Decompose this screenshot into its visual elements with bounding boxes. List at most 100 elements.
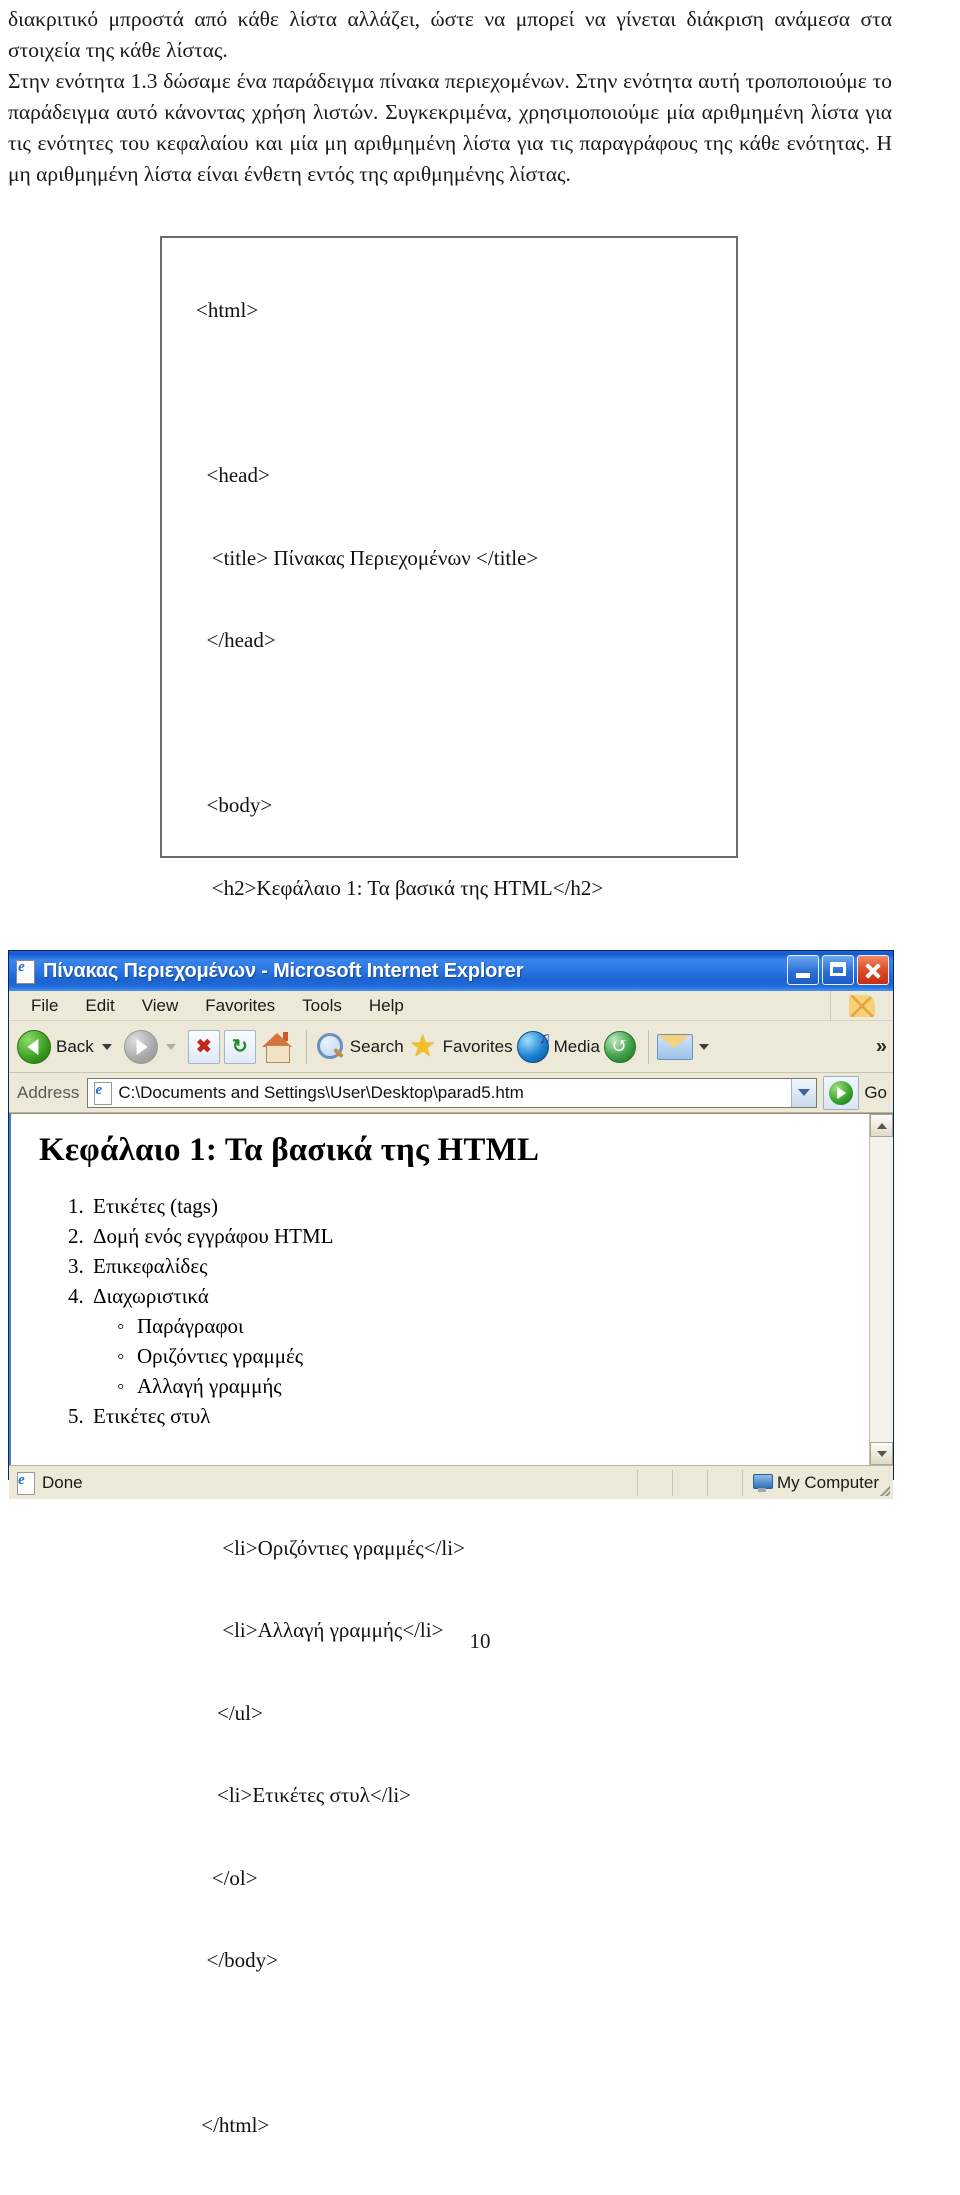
status-panes: My Computer (636, 1466, 893, 1499)
go-arrow-icon (829, 1080, 854, 1105)
list-item: Διαχωριστικά (89, 1281, 893, 1311)
status-text: Done (42, 1472, 83, 1492)
browser-viewport: Κεφάλαιο 1: Τα βασικά της HTML Ετικέτες … (9, 1113, 893, 1465)
star-icon: ★ (409, 1029, 437, 1063)
ie-document-icon: e (14, 959, 36, 984)
rendered-unordered-list: Παράγραφοι Οριζόντιες γραμμές Αλλαγή γρα… (89, 1311, 893, 1401)
code-line: <h2>Κεφάλαιο 1: Τα βασικά της HTML</h2> (196, 875, 604, 900)
search-icon (315, 1032, 345, 1062)
status-pane (706, 1469, 742, 1496)
window-titlebar: e Πίνακας Περιεχομένων - Microsoft Inter… (9, 951, 893, 991)
rendered-ordered-list: Ετικέτες (tags) Δομή ενός εγγράφου HTML … (11, 1191, 893, 1431)
code-line: <html> (196, 298, 259, 322)
document-prose: διακριτικό μπροστά από κάθε λίστα αλλάζε… (8, 4, 892, 190)
address-page-icon: e (92, 1081, 113, 1105)
mail-dropdown-caret-icon[interactable] (698, 1043, 709, 1050)
status-pane (636, 1469, 672, 1496)
internet-explorer-window: e Πίνακας Περιεχομένων - Microsoft Inter… (8, 950, 894, 1499)
paragraph-1: διακριτικό μπροστά από κάθε λίστα αλλάζε… (8, 7, 892, 62)
status-bar: e Done My Computer (9, 1465, 893, 1499)
history-icon (603, 1030, 636, 1063)
go-button-label: Go (864, 1082, 887, 1102)
close-button[interactable] (857, 955, 889, 985)
status-page-icon: e (15, 1471, 35, 1495)
address-value: C:\Documents and Settings\User\Desktop\p… (118, 1082, 524, 1102)
window-controls (787, 955, 889, 985)
chevron-up-icon (876, 1122, 887, 1129)
navigation-toolbar: Back ✖ ↻ Search ★ Favorites ♫ Media ↺ » (9, 1021, 893, 1073)
list-item: Ετικέτες (tags) (89, 1191, 893, 1221)
rendered-heading: Κεφάλαιο 1: Τα βασικά της HTML (39, 1132, 540, 1168)
vertical-scrollbar[interactable] (869, 1114, 893, 1465)
code-line: </html> (196, 2113, 270, 2137)
windows-flag-logo (830, 991, 893, 1020)
refresh-icon: ↻ (223, 1029, 256, 1064)
maximize-button[interactable] (822, 955, 854, 985)
mail-icon (656, 1033, 693, 1060)
sub-list-item: Οριζόντιες γραμμές (117, 1341, 893, 1371)
code-line: </ol> (196, 1865, 258, 1890)
media-globe-icon: ♫ (516, 1030, 551, 1063)
paragraph-2: Στην ενότητα 1.3 δώσαμε ένα παράδειγμα π… (8, 69, 892, 186)
mail-button[interactable] (656, 1033, 717, 1060)
window-title: Πίνακας Περιεχομένων - Microsoft Interne… (43, 959, 524, 982)
media-button-label: Media (553, 1036, 600, 1056)
refresh-button[interactable]: ↻ (223, 1029, 256, 1064)
back-dropdown-caret-icon[interactable] (101, 1043, 112, 1050)
code-line: <head> (196, 463, 270, 487)
menu-bar: File Edit View Favorites Tools Help (9, 991, 893, 1021)
address-label: Address (17, 1082, 80, 1102)
back-button[interactable]: Back (17, 1029, 120, 1064)
media-button[interactable]: ♫ Media (516, 1030, 600, 1063)
my-computer-icon (752, 1473, 773, 1492)
back-arrow-icon (17, 1029, 51, 1064)
home-button[interactable] (260, 1031, 294, 1063)
forward-arrow-icon (123, 1029, 158, 1064)
toolbar-overflow-icon[interactable]: » (876, 1035, 887, 1058)
code-line: <li>Οριζόντιες γραμμές</li> (196, 1535, 465, 1560)
code-line: <title> Πίνακας Περιεχομένων </title> (196, 545, 539, 570)
code-line: <body> (196, 793, 273, 817)
minimize-button[interactable] (787, 955, 819, 985)
forward-button[interactable] (123, 1029, 184, 1064)
list-item: Ετικέτες στυλ (89, 1401, 893, 1431)
favorites-button-label: Favorites (442, 1036, 513, 1056)
security-zone-label: My Computer (776, 1472, 879, 1492)
menu-item-file[interactable]: File (31, 996, 58, 1016)
code-line: </ul> (196, 1700, 263, 1725)
list-item: Επικεφαλίδες (89, 1251, 893, 1281)
code-listing-box: <html> <head> <title> Πίνακας Περιεχομέν… (160, 236, 738, 2137)
address-bar: Address e C:\Documents and Settings\User… (9, 1073, 893, 1113)
code-line: <li>Ετικέτες στυλ</li> (196, 1783, 412, 1807)
sub-list-item: Αλλαγή γραμμής (117, 1371, 893, 1401)
search-button-label: Search (349, 1036, 404, 1056)
security-zone[interactable]: My Computer (741, 1469, 893, 1496)
history-button[interactable] (603, 1030, 636, 1063)
page-number: 10 (469, 1629, 491, 1653)
status-pane (671, 1469, 707, 1496)
toolbar-separator (647, 1029, 649, 1064)
menu-item-favorites[interactable]: Favorites (205, 996, 275, 1016)
stop-icon: ✖ (187, 1029, 220, 1064)
back-button-label: Back (56, 1036, 94, 1056)
menu-item-help[interactable]: Help (369, 996, 404, 1016)
sub-list-item: Παράγραφοι (117, 1311, 893, 1341)
stop-button[interactable]: ✖ (187, 1029, 220, 1064)
list-item: Δομή ενός εγγράφου HTML (89, 1221, 893, 1251)
search-button[interactable]: Search (315, 1032, 404, 1062)
scroll-up-button[interactable] (870, 1114, 893, 1137)
favorites-button[interactable]: ★ Favorites (408, 1029, 513, 1063)
menu-item-edit[interactable]: Edit (85, 996, 114, 1016)
chevron-down-icon (876, 1450, 887, 1457)
menu-item-view[interactable]: View (142, 996, 179, 1016)
go-button[interactable] (823, 1075, 860, 1110)
resize-grip[interactable] (878, 1484, 890, 1496)
address-dropdown-button[interactable] (791, 1078, 817, 1107)
address-input[interactable]: e C:\Documents and Settings\User\Desktop… (87, 1077, 818, 1108)
scroll-down-button[interactable] (870, 1442, 893, 1465)
menu-item-tools[interactable]: Tools (302, 996, 342, 1016)
forward-dropdown-caret-icon[interactable] (165, 1043, 176, 1050)
